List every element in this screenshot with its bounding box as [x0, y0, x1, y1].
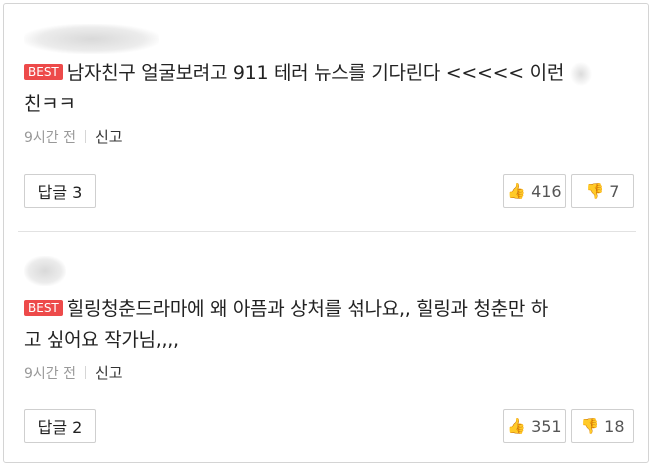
blurred-text — [569, 61, 592, 86]
best-badge: BEST — [24, 300, 63, 316]
dislike-count: 7 — [609, 181, 620, 201]
like-button[interactable]: 👍 416 — [503, 174, 566, 208]
comment-text-line1: 남자친구 얼굴보려고 911 테러 뉴스를 기다린다 <<<<< 이런 — [66, 62, 565, 84]
author-name-blurred — [24, 24, 159, 54]
thumbs-down-icon: 👎 — [580, 417, 600, 435]
thumbs-up-icon: 👍 — [507, 182, 527, 200]
report-link[interactable]: 신고 — [95, 362, 123, 383]
like-button[interactable]: 👍 351 — [503, 409, 566, 443]
comment-item: BEST 힐링청춘드라마에 왜 아픔과 상처를 섞나요,, 힐링과 청춘만 하 고… — [24, 256, 634, 443]
like-count: 351 — [531, 416, 562, 436]
comment-text: BEST 힐링청춘드라마에 왜 아픔과 상처를 섞나요,, 힐링과 청춘만 하 고… — [24, 294, 634, 356]
dislike-count: 18 — [604, 416, 625, 436]
comment-actions: 답글 2 👍 351 👎 18 — [24, 409, 634, 443]
dislike-button[interactable]: 👎 7 — [571, 174, 634, 208]
comment-divider — [18, 231, 636, 232]
comment-text-line2: 친ㅋㅋ — [24, 93, 76, 115]
reply-button[interactable]: 답글 3 — [24, 174, 96, 208]
dislike-button[interactable]: 👎 18 — [571, 409, 634, 443]
author-name-blurred — [24, 256, 66, 286]
comment-time: 9시간 전 — [24, 365, 76, 382]
best-badge: BEST — [24, 64, 63, 80]
comment-meta: 9시간 전 신고 — [24, 126, 634, 147]
thumbs-up-icon: 👍 — [507, 417, 527, 435]
reply-button[interactable]: 답글 2 — [24, 409, 96, 443]
comment-actions: 답글 3 👍 416 👎 7 — [24, 174, 634, 208]
comment-meta: 9시간 전 신고 — [24, 362, 634, 383]
comment-text: BEST 남자친구 얼굴보려고 911 테러 뉴스를 기다린다 <<<<< 이런 … — [24, 58, 634, 120]
comment-text-line1: 힐링청춘드라마에 왜 아픔과 상처를 섞나요,, 힐링과 청춘만 하 — [66, 298, 548, 320]
comment-text-line2: 고 싶어요 작가님,,,, — [24, 329, 179, 351]
thumbs-down-icon: 👎 — [585, 182, 605, 200]
meta-separator — [85, 366, 86, 379]
comment-item: BEST 남자친구 얼굴보려고 911 테러 뉴스를 기다린다 <<<<< 이런 … — [24, 24, 634, 208]
meta-separator — [85, 130, 86, 143]
comment-time: 9시간 전 — [24, 129, 76, 146]
report-link[interactable]: 신고 — [95, 126, 123, 147]
like-count: 416 — [531, 181, 562, 201]
